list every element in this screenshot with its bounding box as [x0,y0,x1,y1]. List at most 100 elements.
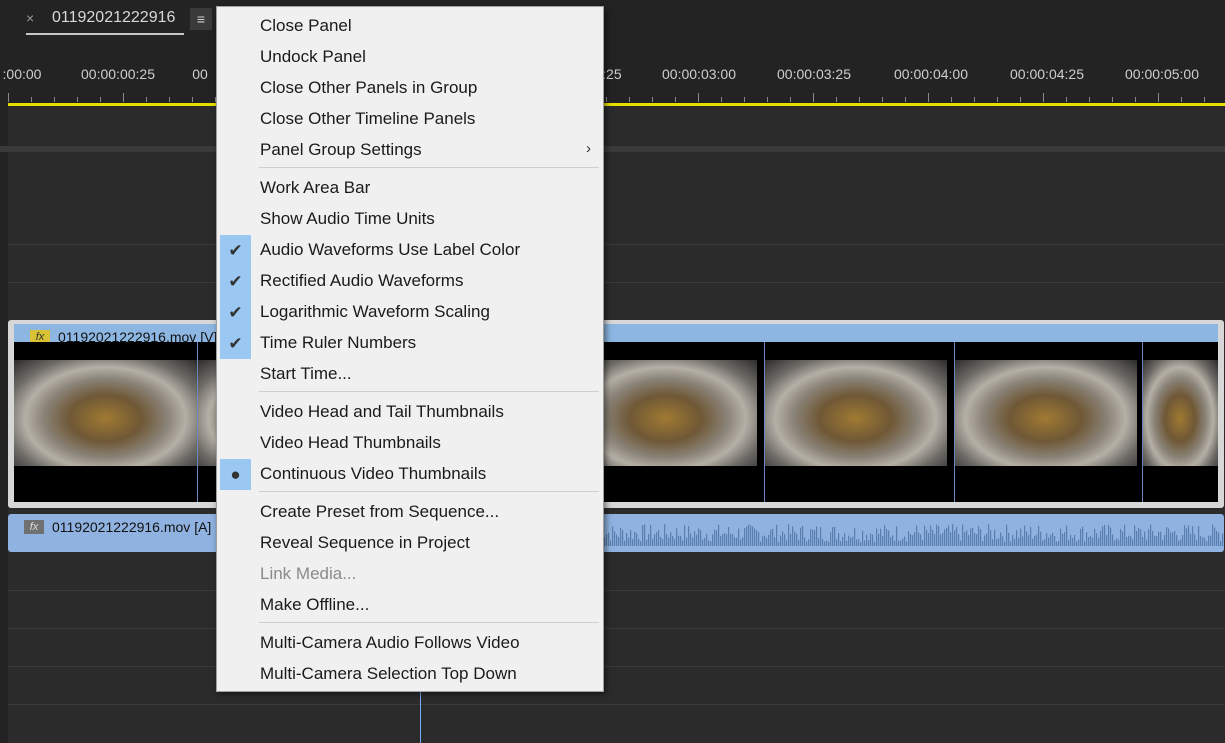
ruler-tick [744,97,745,102]
waveform-bar [818,537,820,546]
waveform-bar [728,526,730,546]
waveform-bar [814,530,816,546]
ruler-tick [192,97,193,102]
waveform-bar [960,540,962,546]
menu-item-multi-camera-selection-top-down[interactable]: Multi-Camera Selection Top Down [217,659,603,690]
waveform-bar [842,536,844,546]
waveform-bar [760,541,762,546]
menu-item-reveal-sequence-in-project[interactable]: Reveal Sequence in Project [217,528,603,559]
sequence-tab-title[interactable]: 01192021222916 [52,9,175,27]
thumbnail-divider [764,342,765,502]
waveform-bar [1036,534,1038,546]
waveform-bar [982,541,984,546]
ruler-time-label: 00:00:04:25 [1010,66,1084,82]
waveform-bar [680,535,682,546]
menu-item-make-offline[interactable]: Make Offline... [217,590,603,621]
menu-item-continuous-video-thumbnails[interactable]: ● Continuous Video Thumbnails [217,459,603,490]
menu-item-label: Audio Waveforms Use Label Color [260,240,521,259]
waveform-bar [742,537,744,546]
menu-item-panel-group-settings[interactable]: Panel Group Settings › [217,135,603,166]
waveform-bar [826,540,828,546]
waveform-bar [888,530,890,546]
waveform-bar [1022,536,1024,546]
menu-item-create-preset-from-sequence[interactable]: Create Preset from Sequence... [217,497,603,528]
waveform-bar [764,535,766,546]
waveform-bar [946,527,948,546]
waveform-bar [744,528,746,546]
menu-item-show-audio-time-units[interactable]: Show Audio Time Units [217,204,603,235]
menu-item-close-other-timeline-panels[interactable]: Close Other Timeline Panels [217,104,603,135]
waveform-bar [1130,536,1132,546]
playhead-line[interactable] [420,689,421,743]
waveform-bar [1206,541,1208,546]
menu-item-undock-panel[interactable]: Undock Panel [217,42,603,73]
waveform-bar [766,538,768,546]
menu-item-close-panel[interactable]: Close Panel [217,11,603,42]
waveform-bar [1002,536,1004,546]
waveform-bar [1166,527,1168,546]
ruler-tick [123,93,124,102]
menu-item-label: Video Head Thumbnails [260,433,441,452]
waveform-bar [722,534,724,546]
waveform-bar [876,528,878,546]
waveform-bar [812,529,814,546]
waveform-bar [654,534,656,546]
waveform-bar [730,533,732,546]
waveform-bar [880,528,882,546]
menu-item-video-head-and-tail-thumbnails[interactable]: Video Head and Tail Thumbnails [217,397,603,428]
waveform-bar [1198,526,1200,546]
menu-item-audio-waveforms-use-label-color[interactable]: ✔ Audio Waveforms Use Label Color [217,235,603,266]
waveform-bar [634,531,636,546]
ruler-tick [77,97,78,102]
ruler-tick [721,97,722,102]
ruler-time-label: 00:00:03:25 [777,66,851,82]
waveform-bar [1218,532,1220,546]
waveform-bar [1184,525,1186,546]
menu-item-multi-camera-audio-follows-video[interactable]: Multi-Camera Audio Follows Video [217,628,603,659]
waveform-bar [1212,524,1214,546]
audio-clip[interactable]: fx 01192021222916.mov [A] [8,514,1224,552]
menu-item-label: Start Time... [260,364,352,383]
time-ruler[interactable]: :00:00 00:00:00:25 00 2:25 00:00:03:00 00:00:… [3,40,1225,148]
waveform-bar [1146,539,1148,546]
ruler-tick [100,97,101,102]
waveform-bar [754,528,756,546]
audio-clip-name: 01192021222916.mov [A] [52,519,212,535]
waveform-bar [840,541,842,546]
checkmark-icon: ✔ [220,328,251,359]
video-clip[interactable]: fx 01192021222916.mov [V] [8,320,1224,508]
menu-item-logarithmic-waveform-scaling[interactable]: ✔ Logarithmic Waveform Scaling [217,297,603,328]
waveform-bar [1222,533,1224,546]
waveform-bar [1156,535,1158,546]
waveform-bar [872,534,874,546]
waveform-bar [668,537,670,546]
waveform-bar [706,533,708,546]
waveform-bar [834,526,836,546]
menu-item-close-other-panels-in-group[interactable]: Close Other Panels in Group [217,73,603,104]
waveform-bar [1010,541,1012,546]
waveform-bar [712,534,714,546]
waveform-bar [1076,541,1078,546]
menu-item-start-time[interactable]: Start Time... [217,359,603,390]
waveform-bar [886,529,888,546]
menu-item-time-ruler-numbers[interactable]: ✔ Time Ruler Numbers [217,328,603,359]
waveform-bar [944,529,946,546]
panel-menu-button[interactable]: ≡ [190,8,212,30]
menu-item-work-area-bar[interactable]: Work Area Bar [217,173,603,204]
ruler-tick [698,93,699,102]
waveform-bar [672,536,674,546]
waveform-bar [1190,533,1192,546]
fx-badge-audio[interactable]: fx [24,520,44,534]
waveform-bar [1104,524,1106,546]
waveform-bar [784,534,786,546]
waveform-bar [1008,532,1010,546]
waveform-bar [1126,537,1128,546]
menu-item-rectified-audio-waveforms[interactable]: ✔ Rectified Audio Waveforms [217,266,603,297]
close-tab-icon[interactable]: × [26,10,34,26]
menu-item-video-head-thumbnails[interactable]: Video Head Thumbnails [217,428,603,459]
waveform-bar [630,529,632,546]
waveform-bar [1204,537,1206,546]
waveform-bar [684,525,686,546]
menu-item-label: Rectified Audio Waveforms [260,271,464,290]
waveform-bar [1082,526,1084,546]
